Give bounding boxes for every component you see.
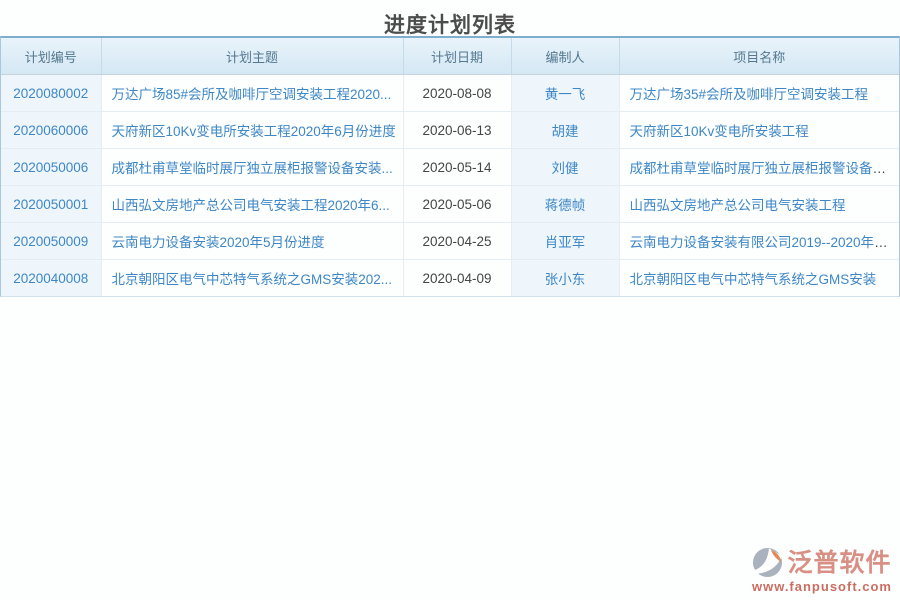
table-row: 2020050009 云南电力设备安装2020年5月份进度 2020-04-25… [1,223,899,260]
project-link[interactable]: 北京朝阳区电气中芯特气系统之GMS安装 [630,272,877,287]
table-header-row: 计划编号 计划主题 计划日期 编制人 项目名称 [1,38,899,75]
plan-no-link[interactable]: 2020040008 [13,271,88,286]
plan-no-cell: 2020040008 [1,260,101,297]
project-cell: 天府新区10Kv变电所安装工程 [619,112,899,149]
progress-plan-table: 计划编号 计划主题 计划日期 编制人 项目名称 2020080002 万达广场8… [0,36,900,297]
plan-no-cell: 2020050009 [1,223,101,260]
subject-cell: 云南电力设备安装2020年5月份进度 [101,223,403,260]
subject-cell: 成都杜甫草堂临时展厅独立展柜报警设备安装... [101,149,403,186]
date-cell: 2020-08-08 [403,75,511,112]
plan-no-link[interactable]: 2020050009 [13,234,88,249]
plan-no-cell: 2020050006 [1,149,101,186]
project-cell: 成都杜甫草堂临时展厅独立展柜报警设备安装... [619,149,899,186]
plan-no-link[interactable]: 2020050001 [13,197,88,212]
fanpu-watermark[interactable]: 泛普软件 www.fanpusoft.com [752,547,892,594]
column-header-subject: 计划主题 [101,38,403,75]
plan-no-cell: 2020060006 [1,112,101,149]
table-row: 2020040008 北京朝阳区电气中芯特气系统之GMS安装202... 202… [1,260,899,297]
subject-link[interactable]: 天府新区10Kv变电所安装工程2020年6月份进度 [112,124,396,139]
plan-no-link[interactable]: 2020060006 [13,123,88,138]
column-header-project: 项目名称 [619,38,899,75]
subject-cell: 天府新区10Kv变电所安装工程2020年6月份进度 [101,112,403,149]
fanpu-logo-icon [752,547,783,578]
compiler-cell: 刘健 [511,149,619,186]
compiler-cell: 黄一飞 [511,75,619,112]
plan-no-link[interactable]: 2020080002 [13,86,88,101]
plan-no-link[interactable]: 2020050006 [13,160,88,175]
compiler-link[interactable]: 张小东 [545,272,586,287]
date-cell: 2020-04-09 [403,260,511,297]
compiler-cell: 张小东 [511,260,619,297]
page-title: 进度计划列表 [0,0,900,36]
project-cell: 北京朝阳区电气中芯特气系统之GMS安装 [619,260,899,297]
table-row: 2020050001 山西弘文房地产总公司电气安装工程2020年6... 202… [1,186,899,223]
date-cell: 2020-05-14 [403,149,511,186]
project-link[interactable]: 天府新区10Kv变电所安装工程 [630,124,809,139]
plan-no-cell: 2020050001 [1,186,101,223]
compiler-link[interactable]: 蒋德帧 [545,198,586,213]
project-link[interactable]: 万达广场35#会所及咖啡厅空调安装工程 [630,87,869,102]
compiler-link[interactable]: 刘健 [552,161,579,176]
table-row: 2020060006 天府新区10Kv变电所安装工程2020年6月份进度 202… [1,112,899,149]
compiler-cell: 肖亚军 [511,223,619,260]
project-link[interactable]: 成都杜甫草堂临时展厅独立展柜报警设备安装... [630,161,900,176]
subject-link[interactable]: 北京朝阳区电气中芯特气系统之GMS安装202... [112,272,393,287]
table-row: 2020050006 成都杜甫草堂临时展厅独立展柜报警设备安装... 2020-… [1,149,899,186]
compiler-cell: 胡建 [511,112,619,149]
compiler-link[interactable]: 肖亚军 [545,235,586,250]
table-row: 2020080002 万达广场85#会所及咖啡厅空调安装工程2020... 20… [1,75,899,112]
project-link[interactable]: 山西弘文房地产总公司电气安装工程 [630,198,846,213]
subject-link[interactable]: 万达广场85#会所及咖啡厅空调安装工程2020... [112,87,392,102]
date-cell: 2020-04-25 [403,223,511,260]
brand-url[interactable]: www.fanpusoft.com [752,579,892,594]
compiler-link[interactable]: 黄一飞 [545,87,586,102]
project-cell: 山西弘文房地产总公司电气安装工程 [619,186,899,223]
date-cell: 2020-06-13 [403,112,511,149]
compiler-link[interactable]: 胡建 [552,124,579,139]
project-cell: 万达广场35#会所及咖啡厅空调安装工程 [619,75,899,112]
subject-link[interactable]: 云南电力设备安装2020年5月份进度 [112,235,325,250]
project-link[interactable]: 云南电力设备安装有限公司2019--2020年度劳... [630,235,900,250]
date-cell: 2020-05-06 [403,186,511,223]
column-header-compiler: 编制人 [511,38,619,75]
column-header-plan-no: 计划编号 [1,38,101,75]
project-cell: 云南电力设备安装有限公司2019--2020年度劳... [619,223,899,260]
column-header-date: 计划日期 [403,38,511,75]
subject-link[interactable]: 成都杜甫草堂临时展厅独立展柜报警设备安装... [112,161,393,176]
subject-cell: 山西弘文房地产总公司电气安装工程2020年6... [101,186,403,223]
compiler-cell: 蒋德帧 [511,186,619,223]
subject-link[interactable]: 山西弘文房地产总公司电气安装工程2020年6... [112,198,390,213]
subject-cell: 北京朝阳区电气中芯特气系统之GMS安装202... [101,260,403,297]
plan-no-cell: 2020080002 [1,75,101,112]
subject-cell: 万达广场85#会所及咖啡厅空调安装工程2020... [101,75,403,112]
brand-name: 泛普软件 [787,548,891,578]
